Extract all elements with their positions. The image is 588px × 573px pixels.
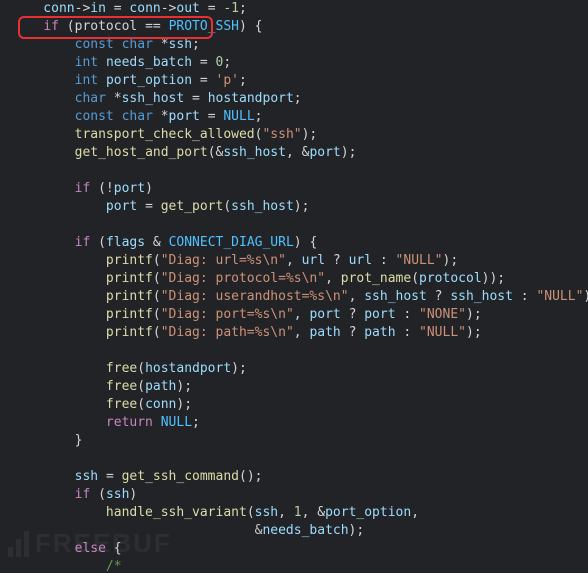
code-line: printf("Diag: path=%s\n", path ? path : …: [12, 325, 482, 340]
code-line: transport_check_allowed("ssh");: [12, 127, 317, 142]
code-line: handle_ssh_variant(ssh, 1, &port_option,: [12, 505, 419, 520]
code-line: get_host_and_port(&ssh_host, &port);: [12, 145, 356, 160]
code-line: printf("Diag: url=%s\n", url ? url : "NU…: [12, 253, 458, 268]
code-line: conn->in = conn->out = -1;: [12, 1, 247, 16]
code-line: &needs_batch);: [12, 523, 364, 538]
code-line: /*: [12, 559, 122, 573]
code-line: }: [12, 433, 82, 448]
code-line: return NULL;: [12, 415, 200, 430]
code-line: const char *ssh;: [12, 37, 200, 52]
code-line: if (ssh): [12, 487, 137, 502]
code-line: free(hostandport);: [12, 361, 247, 376]
code-line: int port_option = 'p';: [12, 73, 247, 88]
code-line: if (protocol == PROTO_SSH) {: [12, 19, 263, 34]
code-line: if (flags & CONNECT_DIAG_URL) {: [12, 235, 317, 250]
code-block: conn->in = conn->out = -1; if (protocol …: [0, 0, 588, 573]
code-line: char *ssh_host = hostandport;: [12, 91, 302, 106]
code-line: else {: [12, 541, 122, 556]
code-line: const char *port = NULL;: [12, 109, 262, 124]
code-line: free(conn);: [12, 397, 192, 412]
code-line: printf("Diag: port=%s\n", port ? port : …: [12, 307, 482, 322]
code-line: port = get_port(ssh_host);: [12, 199, 309, 214]
code-line: if (!port): [12, 181, 153, 196]
code-line: int needs_batch = 0;: [12, 55, 231, 70]
code-line: free(path);: [12, 379, 192, 394]
code-line: printf("Diag: protocol=%s\n", prot_name(…: [12, 271, 505, 286]
code-line: ssh = get_ssh_command();: [12, 469, 262, 484]
code-line: printf("Diag: userandhost=%s\n", ssh_hos…: [12, 289, 588, 304]
